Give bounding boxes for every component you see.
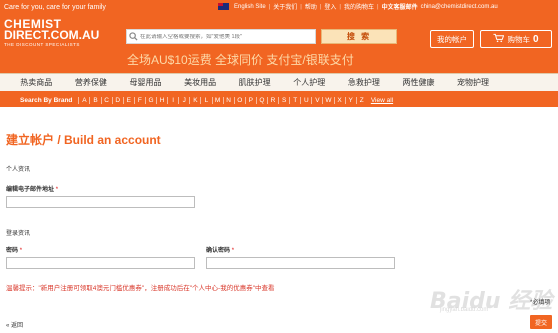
brand-letter-l[interactable]: L (200, 96, 211, 104)
my-account-label: 我的帐户 (437, 34, 467, 44)
view-all-brands-link[interactable]: View all (371, 97, 393, 104)
search-icon (127, 30, 140, 43)
nav-item-beauty[interactable]: 美妆用品 (173, 77, 228, 88)
nav-item-skincare[interactable]: 肌肤护理 (227, 77, 282, 88)
password-label-text: 密码 (6, 248, 19, 254)
email-label: 编辑电子邮件地址 * (6, 184, 58, 193)
australia-flag-icon (218, 3, 229, 10)
email-field[interactable] (6, 196, 195, 208)
cart-button[interactable]: 购物车 0 (480, 30, 552, 48)
search-button[interactable]: 搜 索 (321, 29, 397, 44)
tagline: Care for you, care for your family (4, 4, 106, 11)
brand-letter-i[interactable]: I (167, 96, 178, 104)
search-input[interactable] (140, 33, 310, 40)
brand-letter-t[interactable]: T (289, 96, 300, 104)
nav-item-nutrition[interactable]: 营养保健 (64, 77, 119, 88)
my-cart-link[interactable]: 我的购物车 (344, 2, 374, 11)
nav-item-sexual-health[interactable]: 两性健康 (391, 77, 446, 88)
brand-letter-j[interactable]: J (178, 96, 189, 104)
top-links: English Site | 关于我们 | 帮助 | 登入 | 我的购物车 | … (218, 2, 498, 11)
brand-letter-q[interactable]: Q (255, 96, 267, 104)
brand-letter-n[interactable]: N (222, 96, 234, 104)
brand-letter-k[interactable]: K (189, 96, 200, 104)
logo-tagline: THE DISCOUNT SPECIALISTS (4, 42, 80, 47)
login-info-heading: 登录资讯 (6, 231, 31, 237)
nav-item-personal-care[interactable]: 个人护理 (282, 77, 337, 88)
nav-item-hot-products[interactable]: 热卖商品 (9, 77, 64, 88)
brand-letter-a[interactable]: A (78, 96, 89, 104)
logo-line-2: DIRECT.COM.AU (4, 28, 100, 42)
separator: | (268, 3, 271, 10)
personal-info-heading: 个人资讯 (6, 167, 31, 173)
separator: | (300, 3, 302, 10)
brand-letter-d[interactable]: D (111, 96, 123, 104)
brand-letter-s[interactable]: S (278, 96, 289, 104)
nav-item-first-aid[interactable]: 急救护理 (337, 77, 392, 88)
required-asterisk: * (55, 187, 59, 193)
separator: | (339, 3, 341, 10)
registration-tip: 温馨提示："新用户注册可领取4澳元门槛优惠券"，注册成功后在"个人中心-我的优惠… (6, 285, 275, 292)
site-logo[interactable]: CHEMIST DIRECT.COM.AU THE DISCOUNT SPECI… (4, 18, 100, 47)
confirm-password-field[interactable] (206, 257, 395, 269)
confirm-password-label: 确认密码 * (206, 245, 234, 254)
search-box (126, 29, 316, 44)
about-us-link[interactable]: 关于我们 (273, 2, 297, 11)
brand-letter-z[interactable]: Z (355, 96, 367, 104)
brand-letter-r[interactable]: R (266, 96, 278, 104)
my-account-button[interactable]: 我的帐户 (430, 30, 474, 48)
category-nav: 热卖商品 营养保健 母婴用品 美妆用品 肌肤护理 个人护理 急救护理 两性健康 … (0, 73, 558, 93)
help-link[interactable]: 帮助 (305, 2, 317, 11)
password-field[interactable] (6, 257, 195, 269)
required-note: *必填项 (530, 300, 551, 306)
brand-letter-g[interactable]: G (144, 96, 156, 104)
brand-letter-b[interactable]: B (89, 96, 100, 104)
contact-label: 中文客服邮件 (381, 5, 418, 11)
brand-letter-o[interactable]: O (233, 96, 245, 104)
cart-icon (493, 33, 505, 45)
promo-banner: 全场AU$10运费 全球同价 支付宝/银联支付 (127, 53, 354, 67)
brand-letter-u[interactable]: U (300, 96, 311, 104)
required-asterisk: * (231, 248, 235, 254)
required-asterisk: * (19, 248, 23, 254)
brand-letter-m[interactable]: M (211, 96, 223, 104)
separator: | (377, 3, 379, 10)
separator: | (319, 3, 322, 10)
brand-letter-e[interactable]: E (122, 96, 134, 104)
brand-letter-p[interactable]: P (244, 96, 256, 104)
english-site-link[interactable]: English Site (234, 4, 266, 10)
nav-item-baby[interactable]: 母婴用品 (118, 77, 173, 88)
submit-button[interactable]: 提交 (530, 315, 552, 329)
cart-count: 0 (532, 33, 539, 45)
login-link[interactable]: 登入 (324, 2, 336, 11)
brand-letter-f[interactable]: F (133, 96, 145, 104)
password-label: 密码 * (6, 245, 22, 254)
back-link[interactable]: « 返回 (6, 320, 23, 329)
brand-letters: ABCDEFGHIJKLMNOPQRSTUVWXYZ (78, 96, 367, 104)
brand-letter-v[interactable]: V (311, 96, 322, 104)
nav-item-pet-care[interactable]: 宠物护理 (446, 77, 501, 88)
brand-search-label: Search By Brand (20, 96, 73, 104)
brand-letter-y[interactable]: Y (344, 96, 356, 104)
contact-email-link[interactable]: china@chemistdirect.com.au (421, 4, 498, 10)
email-label-text: 编辑电子邮件地址 (6, 187, 55, 193)
brand-letter-w[interactable]: W (322, 96, 333, 104)
brand-letter-x[interactable]: X (333, 96, 345, 104)
baidu-watermark-url: jingyan.baidu.com (440, 307, 489, 313)
page-title: 建立帐户 / Build an account (6, 133, 161, 147)
site-header: Care for you, care for your family Engli… (0, 0, 558, 73)
confirm-password-label-text: 确认密码 (206, 248, 231, 254)
brand-letter-c[interactable]: C (100, 96, 112, 104)
brand-bar: Search By Brand ABCDEFGHIJKLMNOPQRSTUVWX… (0, 93, 558, 107)
cart-label: 购物车 (507, 34, 530, 44)
brand-letter-h[interactable]: H (156, 96, 167, 104)
